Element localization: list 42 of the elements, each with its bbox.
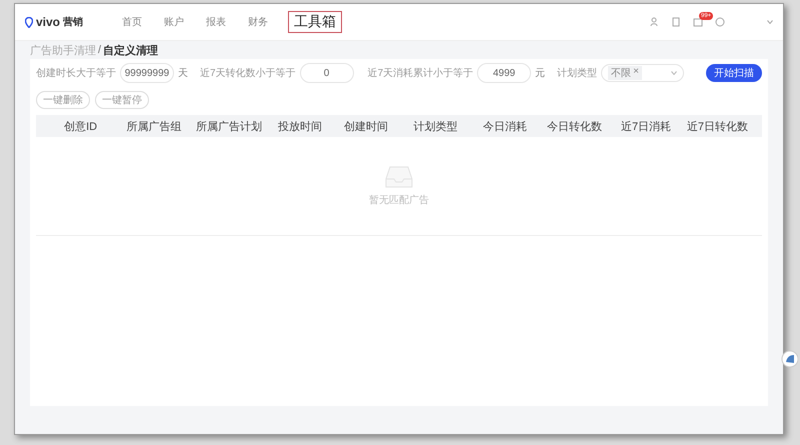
input-field[interactable]: 0 <box>300 63 354 83</box>
document-icon[interactable] <box>672 17 681 27</box>
column-header: 今日转化数 <box>546 120 604 134</box>
column-header: 创意ID <box>63 120 98 134</box>
column-header: 创建时间 <box>343 120 390 134</box>
user-icon[interactable] <box>650 17 660 27</box>
location-pin-icon <box>25 16 33 28</box>
tag: 不限 × <box>608 66 642 80</box>
filter-label: 创建时长大于等于 <box>36 66 116 80</box>
column-header: 投放时间 <box>277 120 324 134</box>
dropdown-caret-icon[interactable] <box>767 20 773 24</box>
nav-tab[interactable]: 账户 <box>162 13 186 31</box>
breadcrumb-separator: / <box>98 44 102 56</box>
bulk-action-button[interactable]: 一键暂停 <box>95 91 149 109</box>
filter-label: 计划类型 <box>557 66 598 80</box>
nav-tab[interactable]: 报表 <box>204 13 228 31</box>
filter-label: 近7天消耗累计小于等于 <box>368 66 474 80</box>
column-header: 近7日消耗 <box>620 120 672 134</box>
unit-label: 天 <box>178 67 188 80</box>
empty-message: 暂无匹配广告 <box>369 194 429 207</box>
column-header: 所属广告计划 <box>194 120 263 134</box>
empty-inbox-icon <box>384 165 414 189</box>
caret-icon <box>671 71 677 75</box>
column-header: 计划类型 <box>412 120 459 134</box>
scan-button[interactable]: 开始扫描 <box>706 64 762 82</box>
column-header: 近7日转化数 <box>686 120 749 134</box>
column-header: 今日消耗 <box>482 120 528 134</box>
input-field[interactable]: 99999999 <box>120 63 174 83</box>
unit-label: 元 <box>535 67 546 80</box>
logo-text: vivo <box>36 15 60 29</box>
plan-type-select[interactable]: 不限 × <box>601 64 684 82</box>
breadcrumb-item: 自定义清理 <box>103 44 158 58</box>
input-field[interactable]: 4999 <box>477 63 532 83</box>
nav-tab[interactable]: 工具箱 <box>288 11 342 33</box>
brand-text: 营销 <box>63 16 84 29</box>
column-header: 所属广告组 <box>125 120 182 134</box>
bulk-action-button[interactable]: 一键删除 <box>36 91 90 109</box>
breadcrumb-item[interactable]: 广告助手清理 <box>30 42 96 58</box>
filter-label: 近7天转化数小于等于 <box>200 66 296 80</box>
message-icon[interactable] <box>693 18 703 26</box>
nav-tab[interactable]: 首页 <box>120 13 144 31</box>
nav-tab[interactable]: 财务 <box>246 13 270 31</box>
